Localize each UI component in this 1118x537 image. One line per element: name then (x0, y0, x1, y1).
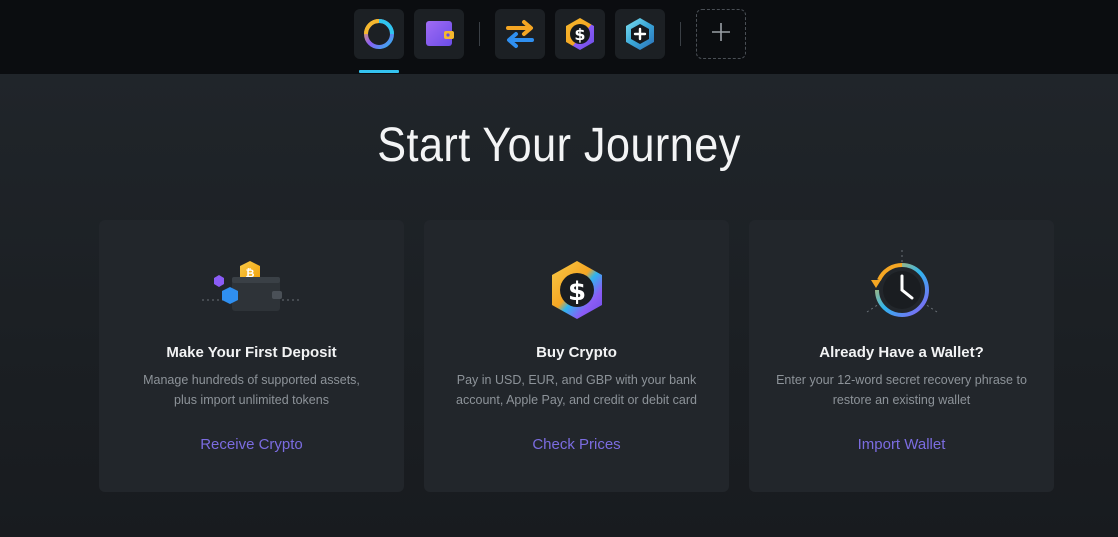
card-import-wallet: Already Have a Wallet? Enter your 12-wor… (749, 220, 1054, 492)
card-description-line: account, Apple Pay, and credit or debit … (456, 393, 697, 407)
page-title: Start Your Journey (377, 119, 741, 172)
card-description-line: plus import unlimited tokens (174, 393, 329, 407)
tab-wallet[interactable] (414, 9, 464, 59)
card-description-line: Manage hundreds of supported assets, (143, 373, 360, 387)
portfolio-ring-icon (361, 16, 397, 52)
card-description-line: restore an existing wallet (832, 393, 971, 407)
card-buy-crypto: $ Buy Crypto Pay in USD, EUR, and GBP wi… (424, 220, 729, 492)
tab-exchange[interactable] (495, 9, 545, 59)
wallet-icon (422, 17, 456, 51)
plus-hexagon-icon (622, 16, 658, 52)
tab-portfolio[interactable] (354, 9, 404, 59)
exchange-arrows-icon (503, 17, 537, 51)
svg-text:$: $ (574, 25, 585, 44)
dollar-hexagon-icon: $ (424, 250, 729, 330)
card-title: Make Your First Deposit (166, 344, 337, 361)
card-description: Enter your 12-word secret recovery phras… (774, 370, 1029, 410)
receive-crypto-link[interactable]: Receive Crypto (99, 436, 404, 453)
add-tab-button[interactable] (696, 9, 746, 59)
card-description-line: Enter your 12-word secret recovery phras… (776, 373, 1027, 387)
toolbar-separator (680, 22, 681, 46)
svg-text:$: $ (567, 277, 585, 307)
card-title: Already Have a Wallet? (819, 344, 984, 361)
card-description: Pay in USD, EUR, and GBP with your bank … (449, 370, 704, 410)
import-wallet-link[interactable]: Import Wallet (749, 436, 1054, 453)
clock-restore-icon (749, 250, 1054, 330)
tab-add-asset[interactable] (615, 9, 665, 59)
card-first-deposit: ₿ Make Your First Deposit Manage hundred… (99, 220, 404, 492)
wallet-deposit-icon: ₿ (99, 250, 404, 330)
check-prices-link[interactable]: Check Prices (424, 436, 729, 453)
tab-buy-crypto[interactable]: $ (555, 9, 605, 59)
plus-icon (710, 21, 732, 48)
dollar-hexagon-icon: $ (562, 16, 598, 52)
top-toolbar: $ (0, 0, 1118, 74)
toolbar-separator (479, 22, 480, 46)
active-tab-indicator (359, 70, 399, 73)
card-description: Manage hundreds of supported assets, plu… (124, 370, 379, 410)
card-title: Buy Crypto (536, 344, 617, 361)
card-description-line: Pay in USD, EUR, and GBP with your bank (456, 373, 697, 387)
